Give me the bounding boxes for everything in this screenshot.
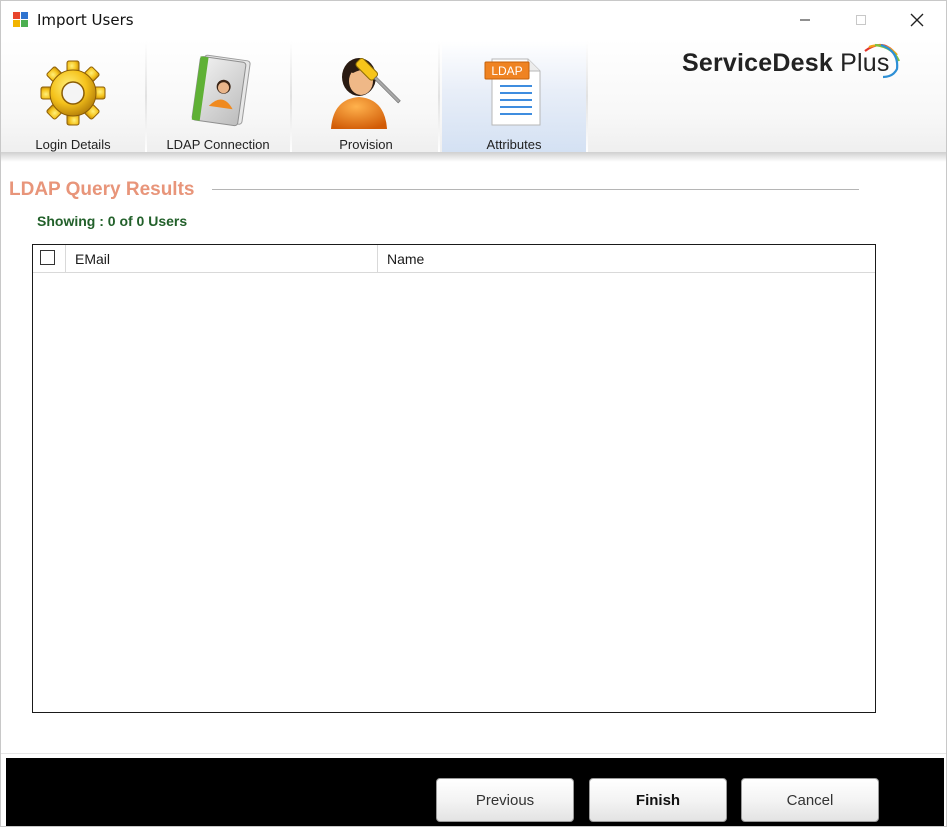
- minimize-icon: [800, 19, 810, 21]
- select-all-checkbox[interactable]: [40, 250, 55, 265]
- step-label: Login Details: [35, 137, 111, 152]
- ldap-document-icon: LDAP: [482, 55, 546, 132]
- button-bar: Previous Finish Cancel: [6, 758, 944, 826]
- maximize-button[interactable]: [838, 1, 884, 39]
- step-ldap-connection[interactable]: LDAP Connection: [146, 41, 292, 152]
- logo-brand-strong: ServiceDesk: [682, 49, 833, 77]
- step-provision[interactable]: Provision: [294, 41, 440, 152]
- ldap-badge-text: LDAP: [491, 64, 522, 78]
- cancel-button[interactable]: Cancel: [741, 778, 879, 822]
- bottom-divider: [1, 753, 946, 754]
- showing-count: Showing : 0 of 0 Users: [37, 213, 188, 229]
- logo-swoosh-icon: [864, 43, 901, 79]
- step-label: Attributes: [486, 137, 542, 152]
- close-icon: [910, 13, 924, 27]
- column-header-email[interactable]: EMail: [65, 245, 377, 273]
- window-title: Import Users: [37, 11, 134, 29]
- address-book-icon: [178, 51, 258, 136]
- step-label: LDAP Connection: [166, 137, 270, 152]
- close-button[interactable]: [894, 1, 940, 39]
- maximize-icon: [856, 15, 866, 25]
- toolbar-shadow: [1, 152, 946, 162]
- title-bar: Import Users: [1, 1, 946, 39]
- step-login-details[interactable]: Login Details: [1, 41, 147, 152]
- column-header-name[interactable]: Name: [377, 245, 875, 273]
- section-divider: [212, 189, 859, 190]
- import-users-window: Import Users Login Details LDAP Connecti…: [0, 0, 947, 827]
- finish-button[interactable]: Finish: [589, 778, 727, 822]
- minimize-button[interactable]: [782, 1, 828, 39]
- app-icon: [13, 12, 29, 28]
- step-attributes[interactable]: LDAP Attributes: [442, 41, 588, 152]
- users-table[interactable]: EMail Name: [32, 244, 876, 713]
- user-screwdriver-icon: [321, 53, 411, 134]
- step-label: Provision: [339, 137, 393, 152]
- section-title: LDAP Query Results: [9, 179, 195, 200]
- table-header: EMail Name: [33, 245, 875, 273]
- gear-icon: [37, 55, 109, 132]
- previous-button[interactable]: Previous: [436, 778, 574, 822]
